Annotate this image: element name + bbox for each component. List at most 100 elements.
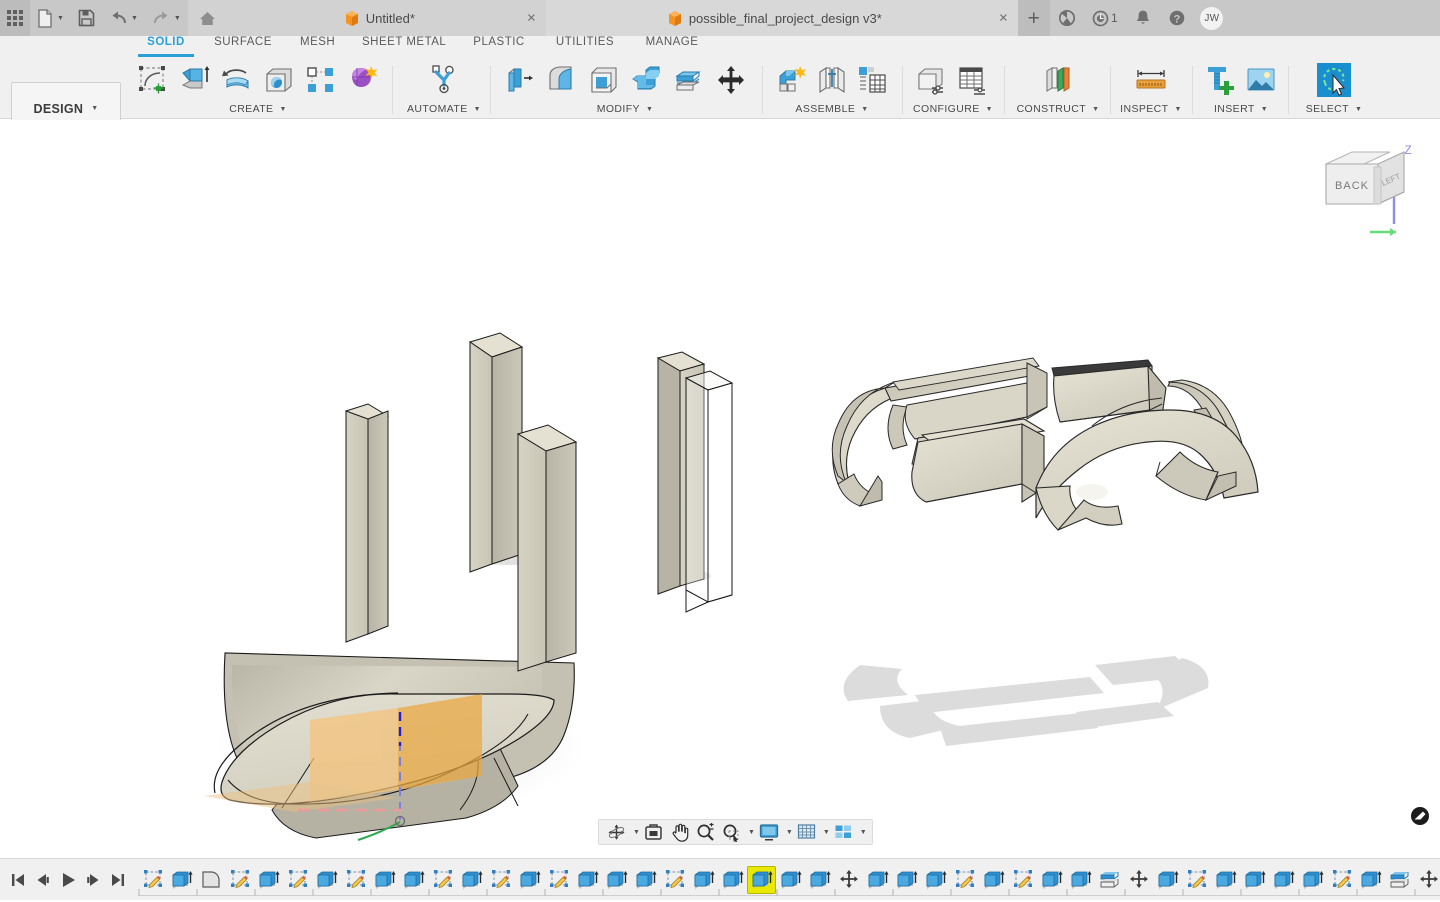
- user-account-button[interactable]: JW: [1194, 0, 1230, 36]
- step-forward-button[interactable]: [82, 865, 106, 895]
- zoom-window-button[interactable]: [719, 820, 744, 844]
- timeline-node-extrude[interactable]: [979, 866, 1008, 894]
- offset-face-button[interactable]: [667, 60, 709, 100]
- view-cube[interactable]: BACK LEFT Z: [1312, 132, 1422, 242]
- create-sketch-button[interactable]: [132, 60, 174, 100]
- timeline-node-sketch[interactable]: [1327, 866, 1356, 894]
- pan-button[interactable]: [667, 820, 692, 844]
- timeline-node-extrude[interactable]: [776, 866, 805, 894]
- timeline-node-extrude[interactable]: [1240, 866, 1269, 894]
- timeline-node-extrude[interactable]: [573, 866, 602, 894]
- timeline-node-extrude[interactable]: [602, 866, 631, 894]
- insert-mcmaster-button[interactable]: [1198, 60, 1240, 100]
- home-button[interactable]: [187, 0, 228, 36]
- notifications-button[interactable]: [1126, 0, 1160, 36]
- timeline-node-extrude[interactable]: [1211, 866, 1240, 894]
- ribbon-group-label-configure[interactable]: CONFIGURE ▼: [910, 103, 996, 115]
- timeline-node-sketch[interactable]: [138, 866, 167, 894]
- timeline-node-extrude[interactable]: [805, 866, 834, 894]
- go-to-end-button[interactable]: [106, 865, 130, 895]
- new-component-button[interactable]: [772, 60, 812, 100]
- autodesk-logo-badge[interactable]: [1410, 806, 1430, 826]
- viewports-button[interactable]: [831, 820, 856, 844]
- new-tab-button[interactable]: +: [1017, 0, 1050, 36]
- grids-snaps-button[interactable]: [794, 820, 819, 844]
- display-settings-button[interactable]: [756, 820, 782, 844]
- select-lasso-button[interactable]: [1312, 60, 1356, 100]
- timeline-node-sketch[interactable]: [283, 866, 312, 894]
- apps-grid-button[interactable]: [0, 0, 30, 36]
- timeline-node-extrude[interactable]: [312, 866, 341, 894]
- timeline-node-sketch[interactable]: [225, 866, 254, 894]
- close-icon[interactable]: ×: [999, 11, 1008, 26]
- ribbon-tab-plastic[interactable]: PLASTIC: [458, 36, 540, 54]
- timeline-node-extrude[interactable]: [370, 866, 399, 894]
- fillet-button[interactable]: [540, 60, 582, 100]
- timeline-node-extrude[interactable]: [718, 866, 747, 894]
- new-file-button[interactable]: ▼: [30, 0, 71, 36]
- rectangular-pattern-button[interactable]: [300, 60, 342, 100]
- chevron-down-icon[interactable]: ▼: [633, 829, 640, 836]
- document-tab-possible-final-project-design[interactable]: possible_final_project_design v3* ×: [545, 0, 1018, 36]
- chevron-down-icon[interactable]: ▼: [823, 829, 830, 836]
- timeline-node-extrude[interactable]: [689, 866, 718, 894]
- timeline-node-sketch[interactable]: [341, 866, 370, 894]
- ribbon-group-label-create[interactable]: CREATE ▼: [132, 103, 384, 115]
- ribbon-tab-solid[interactable]: SOLID: [132, 36, 200, 57]
- timeline-node-extrude[interactable]: [1356, 866, 1385, 894]
- job-status-button[interactable]: [1050, 0, 1084, 36]
- redo-button[interactable]: ▼: [145, 0, 188, 36]
- timeline-node-extrude[interactable]: [1269, 866, 1298, 894]
- timeline-node-shell[interactable]: [1385, 866, 1414, 894]
- go-to-beginning-button[interactable]: [6, 865, 30, 895]
- close-icon[interactable]: ×: [527, 11, 536, 26]
- ribbon-group-label-select[interactable]: SELECT ▼: [1296, 103, 1372, 115]
- document-tab-untitled[interactable]: Untitled* ×: [227, 0, 546, 36]
- timeline-node-extrude[interactable]: [1298, 866, 1327, 894]
- timeline-node-extrude[interactable]: [399, 866, 428, 894]
- timeline-node-extrude[interactable]: [515, 866, 544, 894]
- move-copy-button[interactable]: [710, 60, 752, 100]
- timeline-node-shell[interactable]: [1095, 866, 1124, 894]
- chevron-down-icon[interactable]: ▼: [860, 829, 867, 836]
- timeline-track[interactable]: [138, 859, 1440, 901]
- timeline-node-sketch[interactable]: [950, 866, 979, 894]
- timeline-node-loft[interactable]: [196, 866, 225, 894]
- timeline-node-extrude[interactable]: [254, 866, 283, 894]
- press-pull-button[interactable]: [498, 60, 540, 100]
- ribbon-group-label-inspect[interactable]: INSPECT ▼: [1118, 103, 1184, 115]
- automate-generative-button[interactable]: [422, 60, 466, 100]
- ribbon-tab-sheet-metal[interactable]: SHEET METAL: [348, 36, 458, 54]
- zoom-button[interactable]: [693, 820, 718, 844]
- ribbon-group-label-automate[interactable]: AUTOMATE ▼: [402, 103, 486, 115]
- ribbon-group-label-assemble[interactable]: ASSEMBLE ▼: [772, 103, 892, 115]
- combine-button[interactable]: [625, 60, 667, 100]
- timeline-node-sketch[interactable]: [660, 866, 689, 894]
- chevron-down-icon[interactable]: ▼: [786, 829, 793, 836]
- ribbon-group-label-insert[interactable]: INSERT ▼: [1198, 103, 1284, 115]
- extrude-button[interactable]: [174, 60, 216, 100]
- timeline-node-extrude[interactable]: [1066, 866, 1095, 894]
- timeline-node-extrude[interactable]: [631, 866, 660, 894]
- undo-button[interactable]: ▼: [102, 0, 145, 36]
- timeline-node-extrude[interactable]: [863, 866, 892, 894]
- play-button[interactable]: [54, 865, 82, 895]
- look-at-button[interactable]: [641, 820, 666, 844]
- timeline-node-sketch[interactable]: [1008, 866, 1037, 894]
- timeline-node-sketch[interactable]: [1182, 866, 1211, 894]
- timeline-node-extrude[interactable]: [167, 866, 196, 894]
- bill-of-materials-button[interactable]: [852, 60, 892, 100]
- step-back-button[interactable]: [30, 865, 54, 895]
- joint-button[interactable]: [812, 60, 852, 100]
- ribbon-group-label-modify[interactable]: MODIFY ▼: [498, 103, 752, 115]
- ribbon-tab-manage[interactable]: MANAGE: [630, 36, 714, 54]
- measure-button[interactable]: [1129, 60, 1173, 100]
- timeline-node-extrude[interactable]: [1037, 866, 1066, 894]
- ribbon-tab-surface[interactable]: SURFACE: [200, 36, 286, 54]
- timeline-node-move[interactable]: [1124, 866, 1153, 894]
- recent-activity-button[interactable]: 1: [1084, 0, 1126, 36]
- revolve-button[interactable]: [216, 60, 258, 100]
- help-button[interactable]: ?: [1160, 0, 1194, 36]
- orbit-button[interactable]: [604, 820, 629, 844]
- timeline-node-move[interactable]: [1414, 866, 1440, 894]
